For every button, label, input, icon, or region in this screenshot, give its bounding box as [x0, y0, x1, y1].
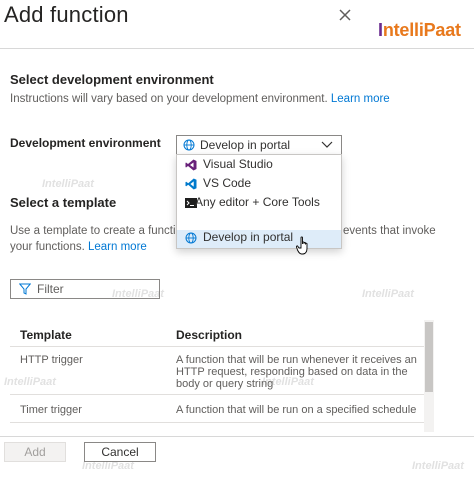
table-row-divider — [10, 422, 424, 423]
template-learn-more-link[interactable]: Learn more — [88, 241, 147, 253]
table-scroll-thumb[interactable] — [425, 322, 433, 392]
watermark: IntelliPaat — [4, 376, 56, 388]
vscode-icon — [185, 178, 197, 190]
template-section-title: Select a template — [10, 195, 117, 210]
close-icon[interactable] — [338, 8, 352, 22]
chevron-down-icon — [321, 141, 333, 148]
dev-env-option-core-tools[interactable]: Any editor + Core Tools — [177, 195, 341, 229]
filter-icon — [19, 283, 31, 295]
template-description-line2: your functions. Learn more — [10, 241, 147, 253]
table-header-divider — [10, 346, 424, 347]
cancel-button[interactable]: Cancel — [84, 442, 156, 462]
watermark: IntelliPaat — [362, 288, 414, 300]
add-button[interactable]: Add — [4, 442, 66, 462]
table-header-template: Template — [20, 328, 72, 342]
watermark: IntelliPaat — [112, 288, 164, 300]
dev-env-option-portal[interactable]: Develop in portal — [177, 230, 341, 248]
dev-env-label: Development environment — [10, 136, 161, 150]
globe-icon — [185, 232, 197, 244]
env-learn-more-link[interactable]: Learn more — [331, 93, 390, 105]
brand-logo: IntelliPaat — [378, 19, 461, 40]
row-description: A function that will be run on a specifi… — [176, 404, 417, 416]
template-description-right: events that invoke — [343, 225, 436, 237]
hand-cursor-icon — [296, 236, 308, 255]
dev-env-dropdown: Visual Studio VS Code Any editor + Core … — [176, 154, 342, 249]
table-row-divider — [10, 394, 424, 395]
dev-env-selected-value: Develop in portal — [200, 138, 291, 152]
globe-icon — [183, 139, 195, 151]
filter-placeholder: Filter — [37, 282, 64, 296]
dev-env-option-visual-studio[interactable]: Visual Studio — [177, 157, 341, 175]
env-section-title: Select development environment — [10, 72, 214, 87]
footer-divider — [0, 436, 474, 437]
page-title: Add function — [4, 2, 129, 27]
visual-studio-icon — [185, 159, 197, 171]
table-header-description: Description — [176, 328, 243, 342]
watermark: IntelliPaat — [262, 376, 314, 388]
watermark: IntelliPaat — [82, 460, 134, 472]
env-section-description: Instructions will vary based on your dev… — [10, 93, 390, 105]
template-description-left: Use a template to create a functi — [10, 225, 176, 237]
watermark: IntelliPaat — [42, 178, 94, 190]
watermark: IntelliPaat — [412, 460, 464, 472]
dev-env-option-vscode[interactable]: VS Code — [177, 176, 341, 194]
row-template-name: HTTP trigger — [20, 354, 83, 366]
dev-env-select[interactable]: Develop in portal — [176, 135, 342, 155]
row-template-name: Timer trigger — [20, 404, 82, 416]
header-divider — [0, 48, 474, 49]
